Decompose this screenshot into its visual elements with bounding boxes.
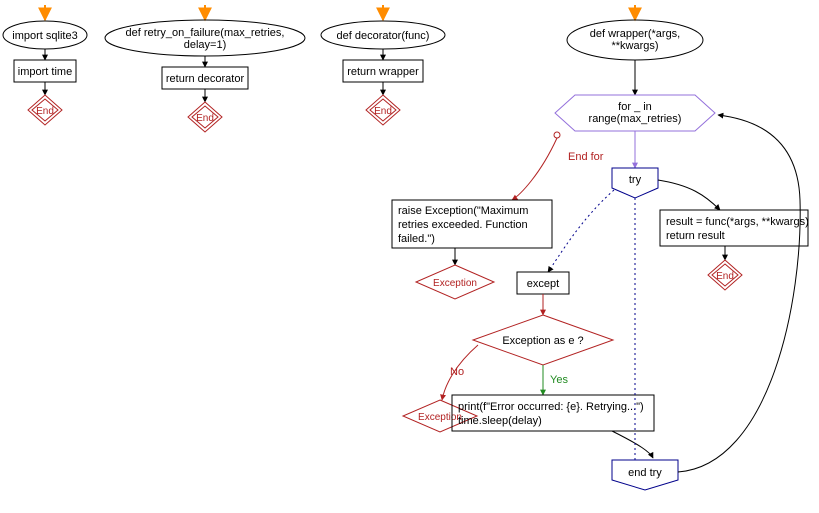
- label-return-wrapper: return wrapper: [347, 66, 419, 78]
- label-raise-1: raise Exception("Maximum: [398, 205, 528, 217]
- edge-n19-n21: [612, 431, 653, 458]
- label-end-try: end try: [628, 467, 662, 479]
- label-print-2: time.sleep(delay): [458, 415, 542, 427]
- label-end-2: End: [196, 113, 214, 124]
- label-end-3: End: [374, 106, 392, 117]
- label-exception-no: Exception: [418, 412, 462, 423]
- label-for-2: range(max_retries): [589, 113, 682, 125]
- label-wrapper-1: def wrapper(*args,: [590, 28, 681, 40]
- label-for-1: for _ in: [618, 101, 652, 113]
- label-except: except: [527, 278, 559, 290]
- edge-n14-n17: [548, 190, 614, 272]
- label-raise-3: failed."): [398, 233, 435, 245]
- edge-n11-n12: [512, 138, 557, 200]
- label-exception-raise: Exception: [433, 278, 477, 289]
- label-print-1: print(f"Error occurred: {e}. Retrying...…: [458, 401, 644, 413]
- label-retry-on-failure-2: delay=1): [184, 39, 227, 51]
- label-result-1: result = func(*args, **kwargs): [666, 216, 809, 228]
- edge-n14-n15: [658, 180, 720, 210]
- label-retry-on-failure-1: def retry_on_failure(max_retries,: [126, 27, 285, 39]
- label-wrapper-2: **kwargs): [611, 40, 658, 52]
- label-decision: Exception as e ?: [502, 335, 583, 347]
- label-return-decorator: return decorator: [166, 73, 245, 85]
- edge-loop-back: [678, 115, 800, 472]
- label-decorator: def decorator(func): [337, 30, 430, 42]
- label-result-2: return result: [666, 230, 725, 242]
- label-try: try: [629, 174, 642, 186]
- flowchart-canvas: import sqlite3 import time End def retry…: [0, 0, 819, 513]
- label-raise-2: retries exceeded. Function: [398, 219, 528, 231]
- label-import-sqlite3: import sqlite3: [12, 30, 77, 42]
- label-import-time: import time: [18, 66, 72, 78]
- label-end-4: End: [716, 271, 734, 282]
- node-end-3: End: [366, 95, 400, 125]
- label-end-1: End: [36, 106, 54, 117]
- loop-exit-port: [554, 132, 560, 138]
- label-no: No: [450, 366, 464, 378]
- label-yes: Yes: [550, 374, 568, 386]
- node-end-4: End: [708, 260, 742, 290]
- label-end-for: End for: [568, 151, 604, 163]
- node-end-2: End: [188, 102, 222, 132]
- node-end-1: End: [28, 95, 62, 125]
